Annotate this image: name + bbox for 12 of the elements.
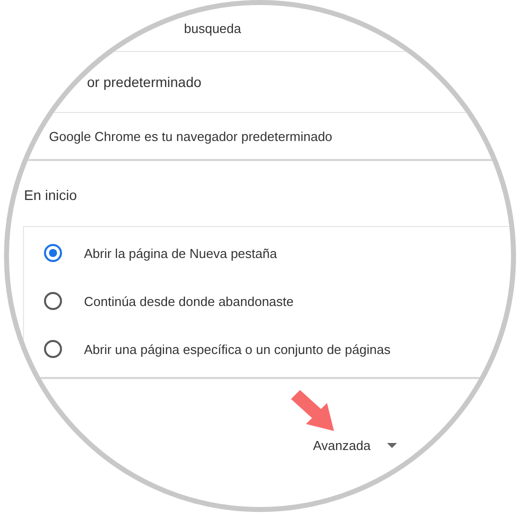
caret-icon — [386, 443, 397, 448]
radio-label[interactable]: Continúa desde donde abandonaste — [84, 294, 294, 308]
radio-button[interactable] — [44, 340, 62, 358]
advanced-toggle[interactable]: Avanzada — [313, 436, 397, 455]
radio-label[interactable]: Abrir la página de Nueva pestaña — [84, 246, 277, 260]
setting-row-label: Google Chrome es tu navegador predeterminado — [49, 128, 332, 144]
radio-label[interactable]: Abrir una página específica o un conjunto de páginas — [84, 342, 390, 356]
section-heading: En inicio — [24, 187, 77, 203]
setting-row-label: busqueda — [184, 20, 242, 36]
radio-button[interactable] — [44, 244, 62, 262]
radio-button[interactable] — [44, 292, 62, 310]
section-heading: or predeterminado — [87, 74, 202, 90]
